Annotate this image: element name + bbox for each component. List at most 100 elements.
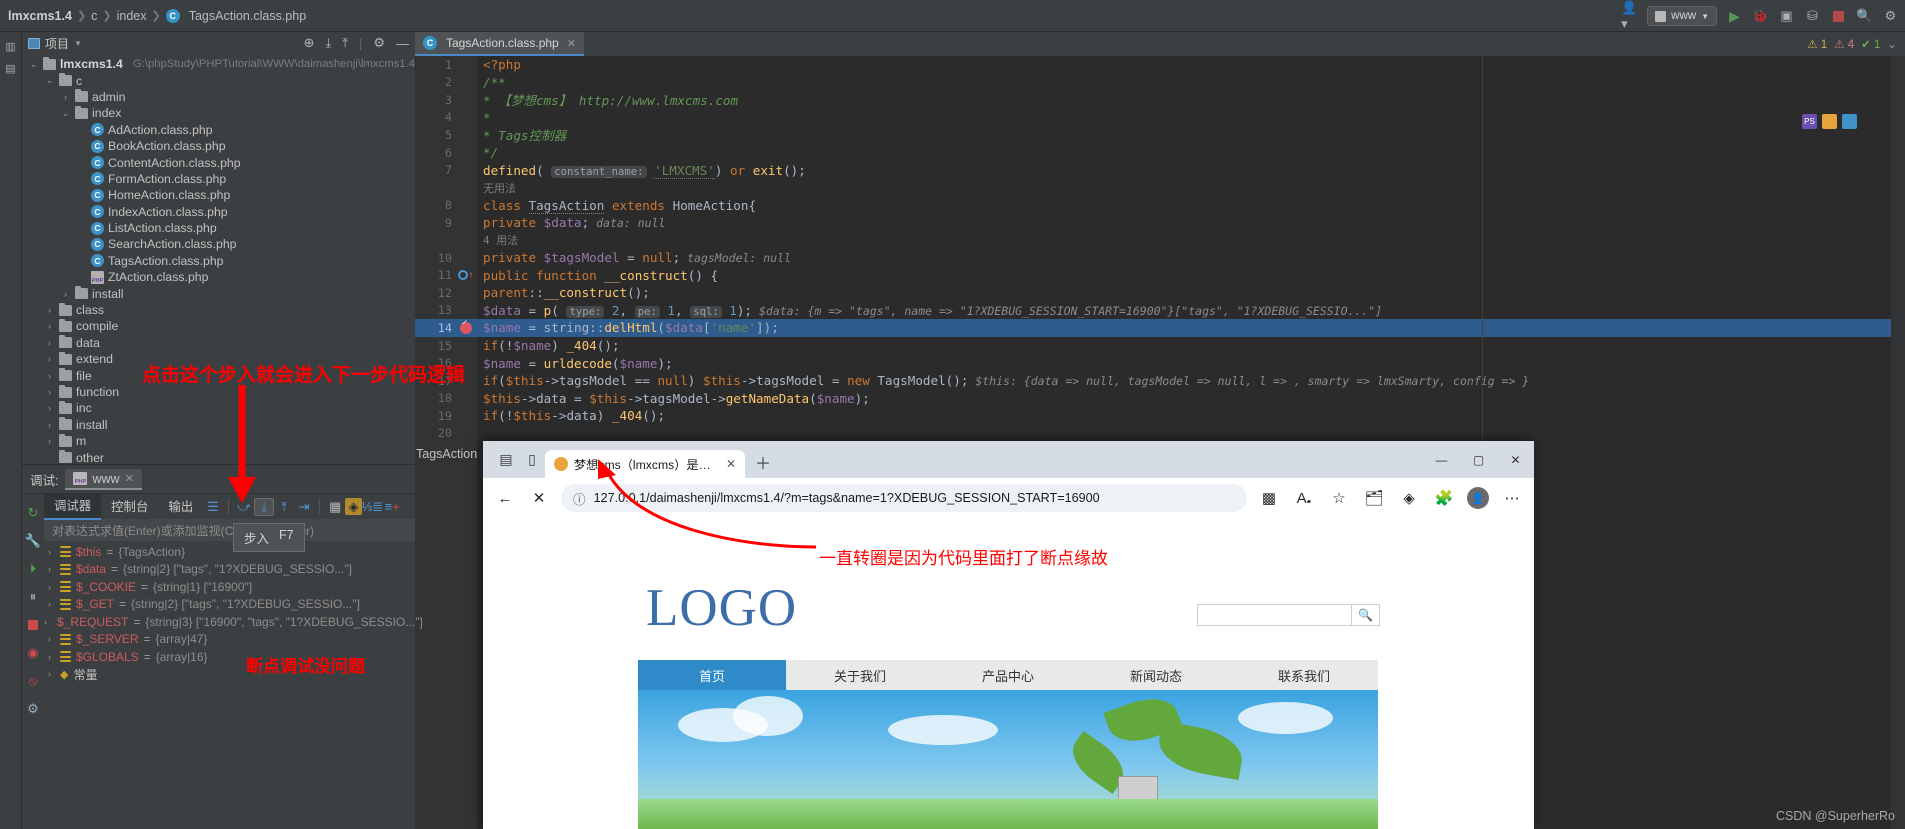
chevron-right-icon[interactable]: ›	[60, 289, 71, 299]
tree-item-formaction-class-php[interactable]: C FormAction.class.php	[22, 171, 415, 187]
code-line[interactable]: 18 $this->data = $this->tagsModel->getNa…	[415, 389, 1905, 407]
stop-icon[interactable]	[1830, 8, 1847, 25]
resume-icon[interactable]: ⏵	[22, 555, 44, 583]
locate-file-icon[interactable]: ⊕	[304, 35, 315, 51]
evaluate-expression-input[interactable]: 对表达式求值(Enter)或添加监视(Ctrl+Shift+Enter)	[44, 519, 415, 541]
chevron-right-icon[interactable]: ›	[60, 92, 71, 102]
code-line[interactable]: 6 */	[415, 144, 1905, 162]
tree-item-compile[interactable]: › compile	[22, 318, 415, 334]
code-line[interactable]: 14 $name = string::delHtml($data['name']…	[415, 318, 1905, 337]
variable-row[interactable]: › $this = {TagsAction}	[44, 543, 415, 561]
avatar[interactable]: 👤	[1467, 487, 1489, 509]
tree-item-install[interactable]: › install	[22, 417, 415, 433]
code-line[interactable]: 15 if(!$name) _404();	[415, 337, 1905, 355]
chevron-right-icon[interactable]: ›	[44, 354, 55, 364]
site-nav-item[interactable]: 联系我们	[1230, 660, 1378, 690]
close-icon[interactable]: ✕	[567, 37, 576, 50]
editor-scrollbar[interactable]	[1891, 56, 1905, 829]
tree-item-homeaction-class-php[interactable]: C HomeAction.class.php	[22, 187, 415, 203]
more-options-icon[interactable]: ⋯	[1500, 486, 1524, 510]
chevron-right-icon[interactable]: ›	[44, 652, 55, 662]
tab-output[interactable]: 输出	[158, 494, 203, 519]
code-line[interactable]: 10 private $tagsModel = null; tagsModel:…	[415, 249, 1905, 267]
code-line[interactable]: 2 /**	[415, 74, 1905, 92]
chevron-down-icon[interactable]: ⌄	[28, 59, 39, 70]
pause-icon[interactable]: ⏸	[22, 583, 44, 611]
code-line[interactable]: 16 $name = urldecode($name);	[415, 354, 1905, 372]
code-usage-hint[interactable]: 无用法	[415, 179, 1905, 197]
tree-item-install[interactable]: › install	[22, 285, 415, 301]
tree-item-m[interactable]: › m	[22, 433, 415, 449]
browser-essentials-icon[interactable]: ◈	[1397, 486, 1421, 510]
project-tool-icon[interactable]: ▥	[3, 38, 19, 54]
chevron-right-icon[interactable]: ›	[44, 321, 55, 331]
close-window-icon[interactable]: ✕	[1497, 441, 1534, 478]
chevron-right-icon[interactable]: ›	[44, 403, 55, 413]
chevron-down-icon[interactable]: ⌄	[44, 75, 55, 86]
run-configuration-selector[interactable]: www ▼	[1647, 6, 1717, 26]
tree-item-tagsaction-class-php[interactable]: C TagsAction.class.php	[22, 253, 415, 269]
tree-item-admin[interactable]: › admin	[22, 89, 415, 105]
breadcrumb-item-3[interactable]: TagsAction.class.php	[189, 9, 306, 23]
code-line[interactable]: 1 <?php	[415, 56, 1905, 74]
browser-essentials-icon[interactable]: ▤	[493, 441, 519, 478]
tree-item-ztaction-class-php[interactable]: PHP ZtAction.class.php	[22, 269, 415, 285]
tree-item-index[interactable]: ⌄ index	[22, 105, 415, 121]
debug-session-tab[interactable]: PHP www ✕	[65, 468, 142, 490]
layout-icon[interactable]: ☰	[203, 498, 223, 516]
split-screen-icon[interactable]: ▩	[1257, 486, 1281, 510]
site-nav-item[interactable]: 首页	[638, 660, 786, 690]
collections-icon[interactable]: 🗂	[1362, 486, 1386, 510]
site-nav-item[interactable]: 新闻动态	[1082, 660, 1230, 690]
tree-item-root[interactable]: ⌄ lmxcms1.4 G:\phpStudy\PHPTutorial\WWW\da…	[22, 56, 415, 72]
extensions-icon[interactable]: 🧩	[1432, 486, 1456, 510]
code-line[interactable]: 7 defined( constant_name: 'LMXCMS') or ex…	[415, 161, 1905, 179]
code-usage-hint[interactable]: 4 用法	[415, 231, 1905, 249]
code-line[interactable]: 4 *	[415, 109, 1905, 127]
code-line[interactable]: 5 * Tags控制器	[415, 126, 1905, 144]
code-line[interactable]: 3 * 【梦想cms】 http://www.lmxcms.com	[415, 91, 1905, 109]
breadcrumb-item-0[interactable]: lmxcms1.4	[8, 9, 72, 23]
ok-count[interactable]: ✔ 1	[1861, 37, 1880, 51]
chevron-right-icon[interactable]: ›	[44, 669, 55, 679]
structure-tool-icon[interactable]: ▤	[3, 60, 19, 76]
coverage-icon[interactable]: ▣	[1778, 8, 1795, 25]
variable-row[interactable]: › $_REQUEST = {string|3} ["16900", "tags", …	[44, 613, 423, 631]
tree-item-c[interactable]: ⌄ c	[22, 72, 415, 88]
ps-plugin-icon[interactable]: PS	[1802, 114, 1817, 129]
code-line[interactable]: 17 if($this->tagsModel == null) $this->t…	[415, 372, 1905, 390]
tree-item-data[interactable]: › data	[22, 335, 415, 351]
rerun-icon[interactable]: ↻	[22, 499, 44, 527]
gear-icon[interactable]: ⚙	[373, 35, 385, 51]
expand-all-icon[interactable]: ⤓	[325, 35, 331, 51]
tab-debugger[interactable]: 调试器	[44, 493, 102, 520]
site-nav-item[interactable]: 关于我们	[786, 660, 934, 690]
stop-icon[interactable]	[22, 611, 44, 639]
split-screen-icon[interactable]: ▯	[519, 441, 545, 478]
sort-icon[interactable]: ⅓≣	[361, 498, 383, 516]
chevron-down-icon[interactable]: ⌄	[1887, 37, 1897, 51]
maximize-icon[interactable]: ▢	[1460, 441, 1497, 478]
method-marker-icon[interactable]: ↑	[455, 270, 477, 281]
code-line[interactable]: 13 $data = p( type: 2, pe: 1, sql: 1); $…	[415, 302, 1905, 320]
chevron-right-icon[interactable]: ›	[44, 634, 55, 644]
variable-row[interactable]: › $data = {string|2} ["tags", "1?XDEBUG_SES…	[44, 561, 415, 579]
tree-item-inc[interactable]: › inc	[22, 400, 415, 416]
user-icon[interactable]: 👤▾	[1621, 0, 1638, 31]
view-breakpoints-icon[interactable]: ◉	[22, 639, 44, 667]
chevron-right-icon[interactable]: ›	[44, 371, 55, 381]
tree-item-contentaction-class-php[interactable]: C ContentAction.class.php	[22, 154, 415, 170]
code-line[interactable]: 8 class TagsAction extends HomeAction{	[415, 196, 1905, 214]
chevron-right-icon[interactable]: ›	[44, 387, 55, 397]
chevron-right-icon[interactable]: ›	[44, 338, 55, 348]
chevron-right-icon[interactable]: ›	[44, 582, 55, 592]
blue-plugin-icon[interactable]	[1842, 114, 1857, 129]
weak-warning-count[interactable]: ⚠ 4	[1834, 37, 1854, 51]
code-line[interactable]: 12 parent::__construct();	[415, 284, 1905, 302]
variable-row[interactable]: › $_SERVER = {array|47}	[44, 631, 415, 649]
stop-loading-icon[interactable]: ✕	[527, 486, 551, 510]
tree-item-class[interactable]: › class	[22, 302, 415, 318]
chevron-down-icon[interactable]: ⌄	[60, 108, 71, 119]
site-search[interactable]: 🔍	[1197, 604, 1380, 626]
breadcrumb-item-1[interactable]: c	[91, 9, 97, 23]
